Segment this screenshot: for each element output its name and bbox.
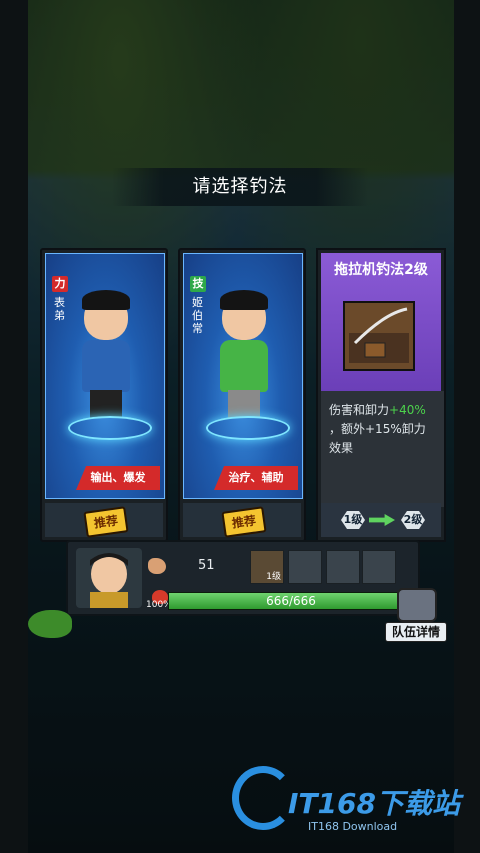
character-figure bbox=[80, 290, 132, 424]
character-hair bbox=[220, 290, 268, 310]
character-body bbox=[82, 340, 130, 392]
card-footer: 推荐 bbox=[45, 503, 163, 538]
select-method-title: 请选择钓法 bbox=[112, 168, 368, 206]
tractor-fishing-icon bbox=[343, 301, 415, 371]
character-body bbox=[220, 340, 268, 392]
current-level: 1级 bbox=[341, 511, 365, 529]
attribute-tag: 技 bbox=[190, 276, 206, 292]
skill-title: 拖拉机钓法2级 bbox=[334, 262, 428, 278]
skill-header: 拖拉机钓法2级 bbox=[321, 253, 441, 391]
recommend-badge: 推荐 bbox=[221, 506, 267, 538]
skill-bonus-value: +40% bbox=[389, 403, 426, 417]
card-footer: 推荐 bbox=[183, 503, 301, 538]
equipment-slot[interactable] bbox=[326, 550, 360, 584]
character-hair bbox=[82, 290, 130, 310]
muscle-icon bbox=[148, 558, 166, 574]
skill-desc-text: 伤害和卸力 bbox=[329, 403, 390, 417]
skill-desc-text: ，额外+15%卸力 bbox=[329, 422, 426, 436]
equipment-slot[interactable] bbox=[288, 550, 322, 584]
character-figure bbox=[218, 290, 270, 424]
character-name: 姬伯常 bbox=[192, 296, 203, 335]
power-stat: 51 bbox=[148, 554, 248, 582]
watermark-title: IT168下载站 bbox=[288, 787, 460, 820]
character-legs bbox=[228, 390, 260, 418]
team-details-button[interactable]: 队伍详情 bbox=[385, 588, 447, 644]
slot-level: 1级 bbox=[266, 572, 281, 582]
next-level: 2级 bbox=[401, 511, 425, 529]
power-value: 51 bbox=[198, 558, 215, 573]
glow-ring bbox=[68, 416, 152, 440]
method-card-1[interactable]: 力 表弟 输出、爆发 推荐 bbox=[40, 248, 168, 542]
upgrade-arrow-icon bbox=[369, 514, 395, 526]
fish-icon bbox=[28, 610, 72, 638]
recommend-badge: 推荐 bbox=[83, 506, 129, 538]
glow-ring bbox=[206, 416, 290, 440]
attribute-tag: 力 bbox=[52, 276, 68, 292]
character-name: 表弟 bbox=[54, 296, 65, 322]
watermark: IT168下载站 IT168 Download bbox=[232, 766, 472, 838]
card-art: 技 姬伯常 治疗、辅助 bbox=[183, 253, 303, 499]
hp-bar: 666/666 bbox=[168, 592, 414, 610]
character-legs bbox=[90, 390, 122, 418]
watermark-subtitle: IT168 Download bbox=[308, 820, 398, 833]
it168-logo-icon bbox=[232, 766, 294, 830]
hp-value: 666/666 bbox=[266, 594, 316, 608]
method-card-2[interactable]: 技 姬伯常 治疗、辅助 推荐 bbox=[178, 248, 306, 542]
equipment-slot[interactable]: 1级 bbox=[250, 550, 284, 584]
skill-upgrade-card[interactable]: 拖拉机钓法2级 伤害和卸力+40% ，额外+15%卸力 效果 1级 2级 bbox=[316, 248, 446, 542]
level-progress: 1级 2级 bbox=[321, 503, 441, 537]
card-art: 力 表弟 输出、爆发 bbox=[45, 253, 165, 499]
role-label: 治疗、辅助 bbox=[214, 466, 298, 490]
avatar[interactable] bbox=[76, 548, 142, 608]
role-label: 输出、爆发 bbox=[76, 466, 160, 490]
skill-desc-text: 效果 bbox=[329, 441, 354, 455]
equipment-slot[interactable] bbox=[362, 550, 396, 584]
crossed-rods-icon bbox=[397, 588, 437, 622]
team-panel: 51 1级 100% 666/666 bbox=[66, 540, 420, 616]
skill-description: 伤害和卸力+40% ，额外+15%卸力 效果 bbox=[321, 391, 444, 507]
team-details-label: 队伍详情 bbox=[385, 622, 447, 642]
